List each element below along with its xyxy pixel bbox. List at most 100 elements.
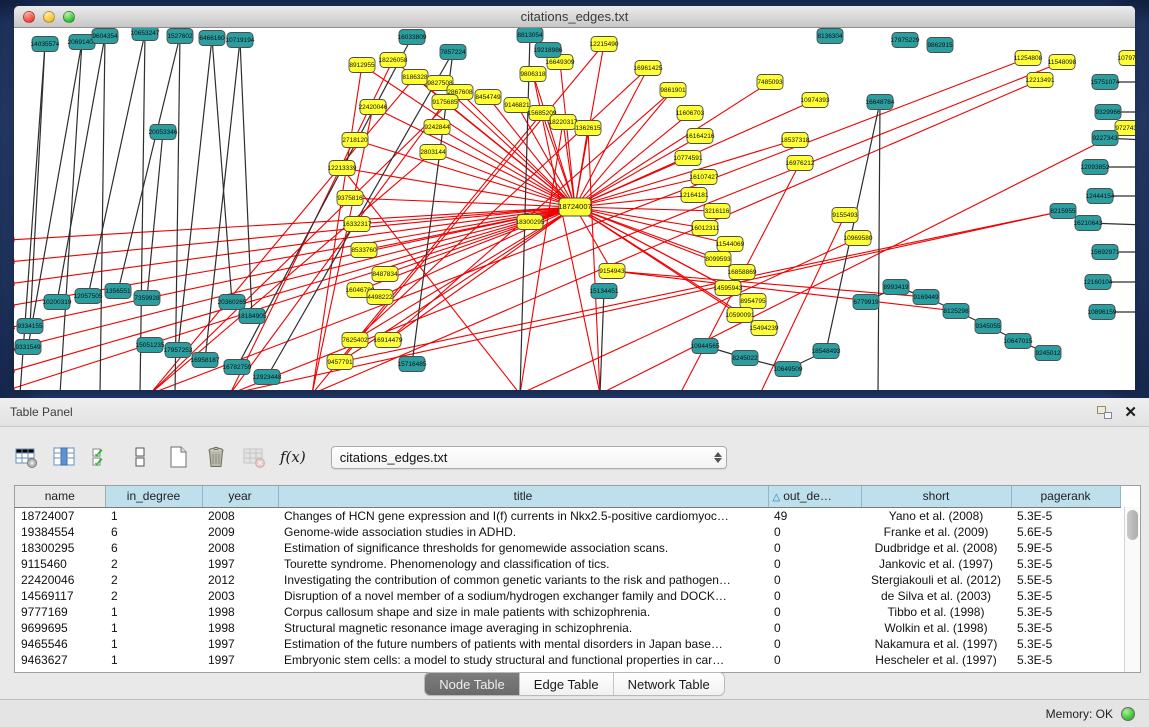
graph-node[interactable]: 10969580: [844, 231, 873, 246]
graph-node[interactable]: 8533760: [351, 243, 377, 258]
graph-node[interactable]: 12444154: [1086, 189, 1115, 204]
column-header-title[interactable]: title: [278, 486, 768, 507]
table-cell-name[interactable]: 14569117: [15, 588, 105, 604]
graph-node[interactable]: 9242844: [424, 120, 450, 135]
graph-node[interactable]: 7857224: [440, 45, 466, 60]
graph-node[interactable]: 4498222: [367, 290, 393, 305]
table-cell-out_degree[interactable]: 0: [768, 524, 861, 540]
table-cell-out_degree[interactable]: 49: [768, 507, 861, 524]
graph-node[interactable]: 17957253: [164, 343, 193, 358]
graph-node[interactable]: 11548098: [1048, 55, 1077, 70]
graph-node[interactable]: 16782759: [223, 360, 252, 375]
graph-node[interactable]: 12213339: [328, 161, 357, 176]
graph-node[interactable]: 12213491: [1026, 73, 1055, 88]
graph-node[interactable]: 9604354: [92, 29, 118, 44]
table-cell-short[interactable]: de Silva et al. (2003): [861, 588, 1011, 604]
graph-node[interactable]: 16033809: [398, 30, 427, 45]
graph-node[interactable]: 12923448: [253, 370, 282, 385]
graph-node[interactable]: 14035574: [31, 37, 60, 52]
table-cell-title[interactable]: Structural magnetic resonance image aver…: [278, 620, 768, 636]
table-cell-short[interactable]: Dudbridge et al. (2008): [861, 540, 1011, 556]
table-cell-in_degree[interactable]: 2: [105, 572, 202, 588]
table-cell-title[interactable]: Estimation of the future numbers of pati…: [278, 636, 768, 652]
column-header-year[interactable]: year: [202, 486, 278, 507]
column-header-in_degree[interactable]: in_degree: [105, 486, 202, 507]
graph-node[interactable]: 9175685: [432, 95, 458, 110]
network-window-titlebar[interactable]: citations_edges.txt: [14, 6, 1135, 28]
table-cell-pagerank[interactable]: 5.5E-5: [1011, 572, 1120, 588]
graph-node[interactable]: 12057505: [74, 289, 103, 304]
graph-node[interactable]: 8245022: [732, 351, 758, 366]
table-cell-year[interactable]: 2008: [202, 507, 278, 524]
graph-node[interactable]: 10200319: [43, 295, 72, 310]
graph-node[interactable]: 15751074: [1091, 75, 1120, 90]
table-cell-pagerank[interactable]: 5.3E-5: [1011, 620, 1120, 636]
graph-node[interactable]: 9154943: [599, 264, 625, 279]
trash-icon[interactable]: [202, 444, 229, 471]
graph-node[interactable]: 16976212: [786, 156, 815, 171]
network-window[interactable]: citations_edges.txt 18724007122154901696…: [14, 6, 1135, 390]
table-cell-name[interactable]: 9115460: [15, 556, 105, 572]
graph-node[interactable]: 10653247: [131, 28, 160, 41]
graph-node[interactable]: 9331549: [15, 340, 41, 355]
graph-node[interactable]: 10774591: [674, 151, 703, 166]
table-cell-title[interactable]: Estimation of significance thresholds fo…: [278, 540, 768, 556]
graph-node[interactable]: 15051235: [136, 338, 165, 353]
graph-node[interactable]: 2718120: [342, 133, 368, 148]
graph-node[interactable]: 18724007: [558, 198, 591, 216]
graph-node[interactable]: 16914479: [374, 333, 403, 348]
table-cell-pagerank[interactable]: 5.9E-5: [1011, 540, 1120, 556]
graph-node[interactable]: 12093852: [1081, 160, 1110, 175]
column-header-pagerank[interactable]: pagerank: [1011, 486, 1120, 507]
graph-node[interactable]: 9146821: [504, 98, 530, 113]
table-cell-year[interactable]: 1997: [202, 556, 278, 572]
graph-node[interactable]: 10797593: [1118, 51, 1135, 66]
close-window-icon[interactable]: [23, 11, 35, 23]
select-all-check-icon[interactable]: [88, 444, 115, 471]
table-cell-title[interactable]: Corpus callosum shape and size in male p…: [278, 604, 768, 620]
table-cell-name[interactable]: 19384554: [15, 524, 105, 540]
table-cell-name[interactable]: 9465546: [15, 636, 105, 652]
table-cell-year[interactable]: 2003: [202, 588, 278, 604]
table-cell-title[interactable]: Changes of HCN gene expression and I(f) …: [278, 507, 768, 524]
graph-node[interactable]: 9345055: [975, 319, 1001, 334]
table-cell-name[interactable]: 18724007: [15, 507, 105, 524]
graph-node[interactable]: 20360265: [218, 295, 247, 310]
table-settings-icon[interactable]: [12, 444, 39, 471]
table-cell-out_degree[interactable]: 0: [768, 636, 861, 652]
table-column-icon[interactable]: [50, 444, 77, 471]
table-cell-year[interactable]: 2012: [202, 572, 278, 588]
table-cell-year[interactable]: 1998: [202, 620, 278, 636]
graph-node[interactable]: 8136304: [817, 29, 843, 44]
table-cell-pagerank[interactable]: 5.3E-5: [1011, 604, 1120, 620]
graph-node[interactable]: 10649509: [774, 362, 803, 377]
graph-node[interactable]: 9457791: [327, 355, 353, 370]
table-cell-short[interactable]: Hescheler et al. (1997): [861, 652, 1011, 668]
graph-node[interactable]: 19218986: [534, 43, 563, 58]
network-canvas[interactable]: 1872400712215490169614259861901116067031…: [14, 28, 1135, 390]
graph-node[interactable]: 7485093: [757, 75, 783, 90]
graph-node[interactable]: 8186328: [402, 70, 428, 85]
graph-node[interactable]: 20053346: [149, 125, 178, 140]
column-header-short[interactable]: short: [861, 486, 1011, 507]
table-cell-year[interactable]: 2008: [202, 540, 278, 556]
graph-node[interactable]: 9375816: [337, 191, 363, 206]
graph-node[interactable]: 18537318: [781, 133, 810, 148]
graph-node[interactable]: 15716485: [398, 357, 427, 372]
graph-node[interactable]: 18220317: [549, 115, 578, 130]
table-cell-in_degree[interactable]: 1: [105, 652, 202, 668]
graph-node[interactable]: 10944565: [691, 339, 720, 354]
graph-node[interactable]: 16210643: [1074, 216, 1103, 231]
table-cell-short[interactable]: Jankovic et al. (1997): [861, 556, 1011, 572]
table-cell-short[interactable]: Stergiakouli et al. (2012): [861, 572, 1011, 588]
table-cell-in_degree[interactable]: 6: [105, 524, 202, 540]
table-row[interactable]: 969969511998Structural magnetic resonanc…: [15, 620, 1120, 636]
table-selector-dropdown[interactable]: citations_edges.txt: [331, 446, 727, 469]
delete-table-icon[interactable]: [240, 444, 267, 471]
table-cell-out_degree[interactable]: 0: [768, 572, 861, 588]
graph-node[interactable]: 16858869: [728, 265, 757, 280]
column-header-name[interactable]: name: [15, 486, 105, 507]
graph-node[interactable]: 8487834: [372, 267, 398, 282]
graph-node[interactable]: 8993419: [883, 280, 909, 295]
table-cell-out_degree[interactable]: 0: [768, 604, 861, 620]
